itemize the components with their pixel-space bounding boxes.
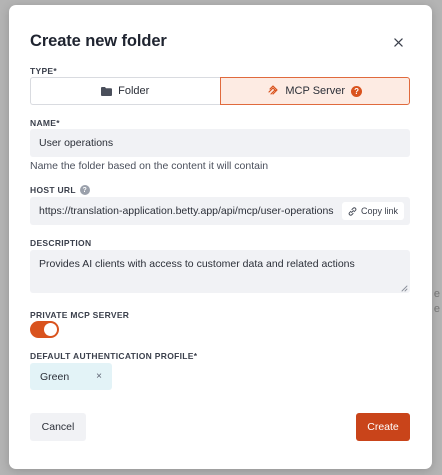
- close-button[interactable]: [389, 33, 407, 51]
- help-icon[interactable]: ?: [351, 85, 363, 97]
- backdrop-text: e: [433, 303, 440, 315]
- name-input[interactable]: User operations: [30, 129, 410, 157]
- chip-remove-icon[interactable]: ×: [96, 371, 102, 382]
- close-icon: [393, 37, 403, 47]
- cancel-button[interactable]: Cancel: [30, 413, 86, 441]
- mcp-server-icon: [268, 85, 278, 95]
- private-mcp-label: PRIVATE MCP SERVER: [30, 310, 130, 320]
- type-selector: Folder MCP Server ?: [30, 77, 410, 105]
- toggle-knob: [44, 323, 57, 336]
- resize-handle-icon[interactable]: [401, 285, 408, 292]
- type-option-folder-label: Folder: [118, 85, 150, 97]
- description-label: DESCRIPTION: [30, 238, 92, 248]
- modal-title: Create new folder: [30, 32, 167, 50]
- type-option-folder[interactable]: Folder: [30, 77, 220, 105]
- name-label: NAME*: [30, 118, 60, 128]
- copy-link-label: Copy link: [360, 206, 398, 216]
- auth-profile-label: DEFAULT AUTHENTICATION PROFILE*: [30, 351, 198, 361]
- host-url-field[interactable]: https://translation-application.betty.ap…: [30, 197, 410, 225]
- help-icon[interactable]: ?: [79, 185, 90, 195]
- type-label: TYPE*: [30, 66, 58, 76]
- private-mcp-toggle[interactable]: [30, 321, 59, 338]
- link-icon: [348, 206, 357, 216]
- auth-profile-chip: Green ×: [30, 363, 112, 390]
- create-folder-modal: Create new folder TYPE* Folder MCP Serve…: [9, 5, 432, 469]
- name-input-value: User operations: [39, 137, 114, 149]
- folder-icon: [101, 86, 113, 96]
- create-button[interactable]: Create: [356, 413, 410, 441]
- host-url-label: HOST URL: [30, 185, 76, 195]
- type-option-mcp-server[interactable]: MCP Server ?: [219, 77, 410, 105]
- host-url-label-row: HOST URL ?: [30, 185, 90, 195]
- type-option-mcp-label: MCP Server: [285, 85, 346, 97]
- description-textarea[interactable]: Provides AI clients with access to custo…: [30, 250, 410, 293]
- name-hint: Name the folder based on the content it …: [30, 160, 269, 172]
- auth-profile-value: Green: [40, 370, 70, 383]
- host-url-value: https://translation-application.betty.ap…: [39, 205, 334, 217]
- copy-link-button[interactable]: Copy link: [341, 202, 404, 220]
- backdrop-text: e: [433, 288, 440, 300]
